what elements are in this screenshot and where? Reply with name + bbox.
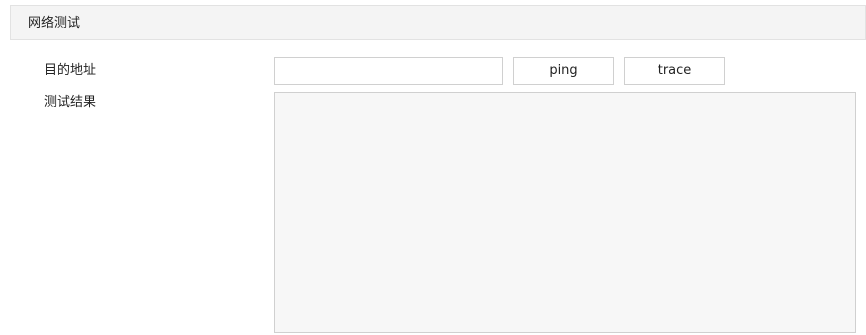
- target-address-label: 目的地址: [44, 63, 97, 78]
- section-header: 网络测试: [10, 5, 866, 40]
- test-result-textarea[interactable]: [274, 92, 856, 333]
- ping-button[interactable]: ping: [513, 57, 614, 85]
- test-result-label: 测试结果: [44, 95, 97, 110]
- section-title: 网络测试: [28, 16, 81, 31]
- network-test-page: 网络测试 目的地址 ping trace 测试结果: [0, 0, 866, 335]
- trace-button[interactable]: trace: [624, 57, 725, 85]
- target-address-input[interactable]: [274, 57, 503, 85]
